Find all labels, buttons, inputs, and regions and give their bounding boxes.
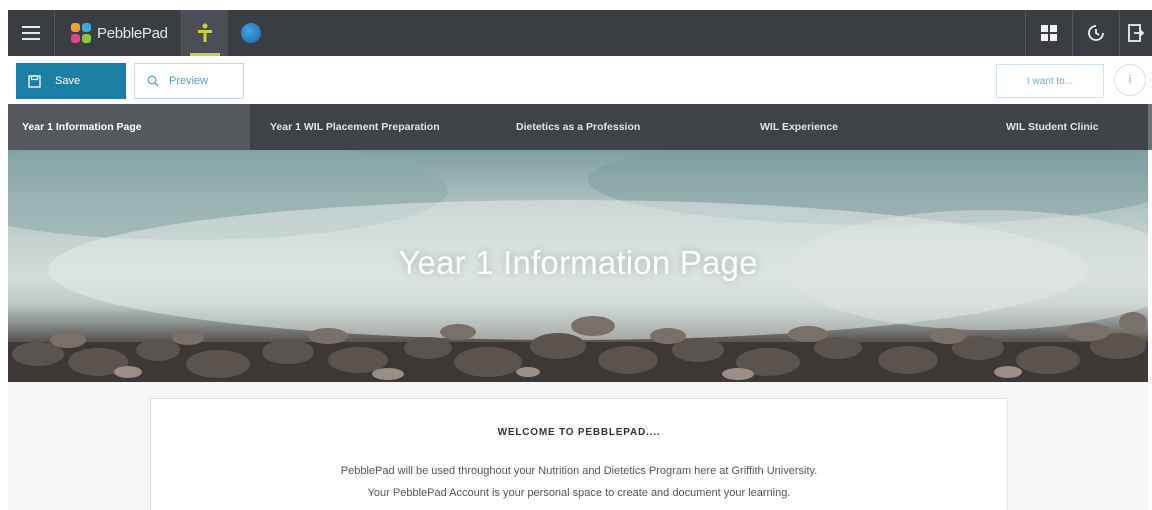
globe-button[interactable]	[228, 10, 274, 56]
apps-grid-icon	[1041, 25, 1057, 41]
tab-label: Dietetics as a Profession	[516, 121, 641, 133]
i-want-to-button[interactable]: I want to...	[996, 64, 1104, 98]
welcome-heading: WELCOME TO PEBBLEPAD....	[497, 427, 661, 438]
search-icon	[147, 75, 159, 87]
info-icon: i	[1128, 74, 1132, 86]
pebblepad-logo[interactable]: PebblePad	[55, 10, 181, 56]
tab-wil-student-clinic[interactable]: WIL Student Clinic	[986, 104, 1148, 150]
save-label: Save	[55, 75, 81, 87]
preview-label: Preview	[169, 75, 209, 87]
history-button[interactable]	[1073, 10, 1119, 56]
hero-banner: Year 1 Information Page	[8, 150, 1148, 382]
action-bar: Save Preview I want to... i	[8, 56, 1152, 104]
asset-store-button[interactable]	[182, 10, 228, 56]
pebblepad-logo-icon	[71, 23, 91, 43]
pebbles-image	[8, 312, 1148, 382]
apps-button[interactable]	[1026, 10, 1072, 56]
save-button[interactable]: Save	[16, 63, 126, 99]
menu-button[interactable]	[8, 10, 54, 56]
globe-icon	[241, 23, 261, 43]
welcome-card: WELCOME TO PEBBLEPAD.... PebblePad will …	[150, 398, 1008, 510]
history-icon	[1088, 25, 1104, 41]
tab-dietetics-as-a-profession[interactable]: Dietetics as a Profession	[496, 104, 740, 150]
figure-icon	[198, 23, 212, 42]
hamburger-menu-icon	[22, 26, 40, 40]
info-button[interactable]: i	[1114, 64, 1146, 96]
logout-icon	[1128, 24, 1144, 42]
page-title: Year 1 Information Page	[398, 244, 758, 281]
logout-button[interactable]	[1120, 10, 1152, 56]
page-nav-tabs: Year 1 Information Page Year 1 WIL Place…	[8, 104, 1148, 150]
tab-label: Year 1 Information Page	[22, 121, 142, 133]
preview-button[interactable]: Preview	[134, 63, 244, 99]
app-name: PebblePad	[97, 24, 168, 42]
welcome-text-line-2: Your PebblePad Account is your personal …	[367, 487, 791, 499]
tab-label: WIL Student Clinic	[1006, 121, 1099, 133]
welcome-text-line-1: PebblePad will be used throughout your N…	[340, 465, 818, 477]
tabs-scroll-edge[interactable]	[1148, 104, 1152, 150]
tab-wil-experience[interactable]: WIL Experience	[740, 104, 986, 150]
tab-label: Year 1 WIL Placement Preparation	[270, 121, 440, 133]
tab-year-1-information-page[interactable]: Year 1 Information Page	[8, 104, 250, 150]
tab-year-1-wil-placement-preparation[interactable]: Year 1 WIL Placement Preparation	[250, 104, 496, 150]
tab-label: WIL Experience	[760, 121, 839, 133]
top-bar: PebblePad	[8, 10, 1152, 56]
save-icon	[28, 74, 41, 88]
